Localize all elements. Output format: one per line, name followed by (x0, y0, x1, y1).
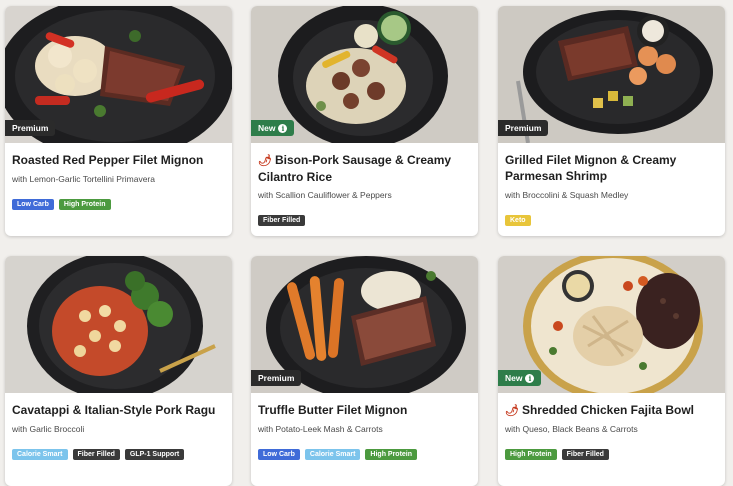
meal-subtitle: with Scallion Cauliflower & Peppers (258, 190, 392, 200)
tag-list: Low Carb High Protein (12, 199, 111, 210)
meal-title-text: Grilled Filet Mignon & Creamy Parmesan S… (505, 153, 677, 183)
tag-low-carb: Low Carb (12, 199, 54, 210)
meal-card[interactable]: Premium Truffle Butter Filet Mignon with… (251, 256, 478, 486)
tag-list: Keto (505, 215, 531, 226)
meal-grid: Premium Roasted Red Pepper Filet Mignon … (0, 0, 733, 486)
meal-title[interactable]: Cavatappi & Italian-Style Pork Ragu (12, 402, 226, 418)
premium-badge: Premium (498, 120, 549, 136)
spicy-pepper-icon: 🌶 (258, 155, 272, 167)
tag-high-protein: High Protein (505, 449, 557, 460)
meal-card[interactable]: New i 🌶 Bison-Pork Sausage & Creamy Cilan… (251, 6, 478, 236)
new-badge: New i (498, 370, 542, 386)
meal-title-text: Cavatappi & Italian-Style Pork Ragu (12, 403, 216, 417)
tag-fiber-filled: Fiber Filled (72, 449, 120, 460)
meal-title[interactable]: 🌶 Bison-Pork Sausage & Creamy Cilantro Ri… (258, 152, 472, 185)
meal-card[interactable]: Cavatappi & Italian-Style Pork Ragu with… (5, 256, 232, 486)
meal-subtitle: with Garlic Broccoli (12, 424, 85, 434)
premium-badge: Premium (251, 370, 302, 386)
tag-high-protein: High Protein (365, 449, 418, 460)
meal-subtitle: with Queso, Black Beans & Carrots (505, 424, 638, 434)
meal-title[interactable]: Truffle Butter Filet Mignon (258, 402, 472, 418)
badge-label: Premium (12, 123, 49, 133)
meal-photo (5, 256, 232, 393)
meal-subtitle: with Broccolini & Squash Medley (505, 190, 629, 200)
meal-title[interactable]: Roasted Red Pepper Filet Mignon (12, 152, 226, 168)
tag-calorie-smart: Calorie Smart (12, 449, 68, 460)
badge-label: Premium (505, 123, 542, 133)
meal-title[interactable]: Grilled Filet Mignon & Creamy Parmesan S… (505, 152, 719, 184)
tag-high-protein: High Protein (58, 199, 111, 210)
meal-card[interactable]: Premium Grilled Filet Mignon & Creamy Pa… (498, 6, 725, 236)
meal-card[interactable]: New i 🌶 Shredded Chicken Fajita Bowl with… (498, 256, 725, 486)
spicy-pepper-icon: 🌶 (505, 405, 519, 417)
info-icon[interactable]: i (278, 123, 288, 133)
meal-title-text: Shredded Chicken Fajita Bowl (521, 403, 694, 417)
tag-fiber-filled: Fiber Filled (258, 215, 306, 226)
tag-low-carb: Low Carb (258, 449, 300, 460)
premium-badge: Premium (5, 120, 56, 136)
tag-list: Low Carb Calorie Smart High Protein (258, 449, 418, 460)
meal-title-text: Bison-Pork Sausage & Creamy Cilantro Ric… (258, 153, 452, 184)
meal-card[interactable]: Premium Roasted Red Pepper Filet Mignon … (5, 6, 232, 236)
tag-calorie-smart: Calorie Smart (304, 449, 361, 460)
badge-label: New (505, 373, 523, 383)
badge-label: New (258, 123, 276, 133)
tag-keto: Keto (505, 215, 531, 226)
meal-title-text: Roasted Red Pepper Filet Mignon (12, 153, 204, 167)
meal-title-text: Truffle Butter Filet Mignon (258, 403, 408, 417)
tag-list: Calorie Smart Fiber Filled GLP-1 Support (12, 449, 185, 460)
tag-glp1-support: GLP-1 Support (124, 449, 185, 460)
info-icon[interactable]: i (525, 373, 535, 383)
meal-subtitle: with Potato-Leek Mash & Carrots (258, 424, 383, 434)
badge-label: Premium (258, 373, 295, 383)
tag-list: High Protein Fiber Filled (505, 449, 609, 460)
meal-title[interactable]: 🌶 Shredded Chicken Fajita Bowl (505, 402, 719, 419)
new-badge: New i (251, 120, 295, 136)
tag-list: Fiber Filled (258, 215, 306, 226)
tag-fiber-filled: Fiber Filled (561, 449, 609, 460)
meal-subtitle: with Lemon-Garlic Tortellini Primavera (12, 174, 155, 184)
